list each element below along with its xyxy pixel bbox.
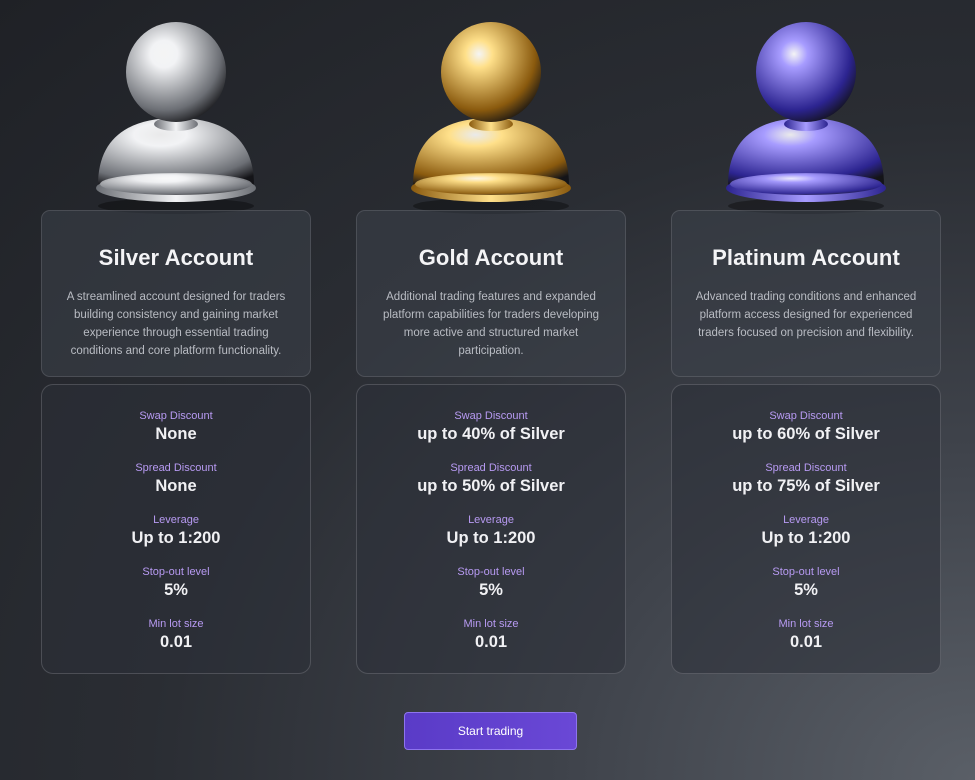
spec-value: 0.01 bbox=[789, 633, 823, 651]
account-description: A streamlined account designed for trade… bbox=[66, 291, 286, 357]
spec-value: None bbox=[155, 477, 197, 495]
spec-leverage: Leverage Up to 1:200 bbox=[357, 513, 625, 565]
spec-value: Up to 1:200 bbox=[761, 529, 851, 547]
spec-value: up to 75% of Silver bbox=[732, 477, 880, 495]
spec-min-lot-size: Min lot size 0.01 bbox=[357, 617, 625, 669]
spec-label: Swap Discount bbox=[769, 410, 843, 422]
spec-value: 0.01 bbox=[474, 633, 508, 651]
spec-label: Spread Discount bbox=[135, 462, 217, 474]
spec-stop-out-level: Stop-out level 5% bbox=[42, 565, 310, 617]
spec-label: Leverage bbox=[468, 514, 514, 526]
spec-value: Up to 1:200 bbox=[131, 529, 221, 547]
spec-label: Min lot size bbox=[463, 618, 519, 630]
account-info-card: Silver Account A streamlined account des… bbox=[41, 210, 311, 377]
account-description: Advanced trading conditions and enhanced… bbox=[695, 291, 917, 339]
spec-label: Spread Discount bbox=[450, 462, 532, 474]
spec-label: Min lot size bbox=[778, 618, 834, 630]
spec-stop-out-level: Stop-out level 5% bbox=[672, 565, 940, 617]
gold-pawn-icon bbox=[356, 0, 626, 225]
start-trading-button[interactable]: Start trading bbox=[404, 712, 577, 750]
spec-leverage: Leverage Up to 1:200 bbox=[672, 513, 940, 565]
silver-pawn-icon bbox=[41, 0, 311, 225]
spec-label: Min lot size bbox=[148, 618, 204, 630]
account-info-card: Gold Account Additional trading features… bbox=[356, 210, 626, 377]
spec-value: None bbox=[155, 425, 197, 443]
spec-label: Swap Discount bbox=[139, 410, 213, 422]
spec-value: Up to 1:200 bbox=[446, 529, 536, 547]
spec-spread-discount: Spread Discount up to 75% of Silver bbox=[672, 461, 940, 513]
spec-spread-discount: Spread Discount up to 50% of Silver bbox=[357, 461, 625, 513]
spec-value: 5% bbox=[794, 581, 818, 599]
spec-swap-discount: Swap Discount up to 60% of Silver bbox=[672, 409, 940, 461]
account-title: Platinum Account bbox=[712, 245, 900, 270]
spec-stop-out-level: Stop-out level 5% bbox=[357, 565, 625, 617]
spec-value: up to 40% of Silver bbox=[417, 425, 565, 443]
spec-label: Spread Discount bbox=[765, 462, 847, 474]
spec-label: Stop-out level bbox=[142, 566, 210, 578]
account-description: Additional trading features and expanded… bbox=[382, 291, 600, 357]
spec-label: Leverage bbox=[153, 514, 199, 526]
spec-min-lot-size: Min lot size 0.01 bbox=[42, 617, 310, 669]
account-specs-card: Swap Discount None Spread Discount None … bbox=[41, 384, 311, 674]
spec-label: Stop-out level bbox=[772, 566, 840, 578]
account-specs-card: Swap Discount up to 60% of Silver Spread… bbox=[671, 384, 941, 674]
account-title: Gold Account bbox=[418, 245, 564, 270]
platinum-pawn-icon bbox=[671, 0, 941, 225]
spec-swap-discount: Swap Discount up to 40% of Silver bbox=[357, 409, 625, 461]
spec-label: Leverage bbox=[783, 514, 829, 526]
spec-value: 5% bbox=[479, 581, 503, 599]
spec-value: 5% bbox=[164, 581, 188, 599]
spec-value: 0.01 bbox=[159, 633, 193, 651]
spec-spread-discount: Spread Discount None bbox=[42, 461, 310, 513]
account-title: Silver Account bbox=[98, 245, 254, 270]
account-info-card: Platinum Account Advanced trading condit… bbox=[671, 210, 941, 377]
spec-swap-discount: Swap Discount None bbox=[42, 409, 310, 461]
account-specs-card: Swap Discount up to 40% of Silver Spread… bbox=[356, 384, 626, 674]
spec-value: up to 50% of Silver bbox=[417, 477, 565, 495]
spec-label: Stop-out level bbox=[457, 566, 525, 578]
spec-value: up to 60% of Silver bbox=[732, 425, 880, 443]
spec-label: Swap Discount bbox=[454, 410, 528, 422]
spec-leverage: Leverage Up to 1:200 bbox=[42, 513, 310, 565]
spec-min-lot-size: Min lot size 0.01 bbox=[672, 617, 940, 669]
